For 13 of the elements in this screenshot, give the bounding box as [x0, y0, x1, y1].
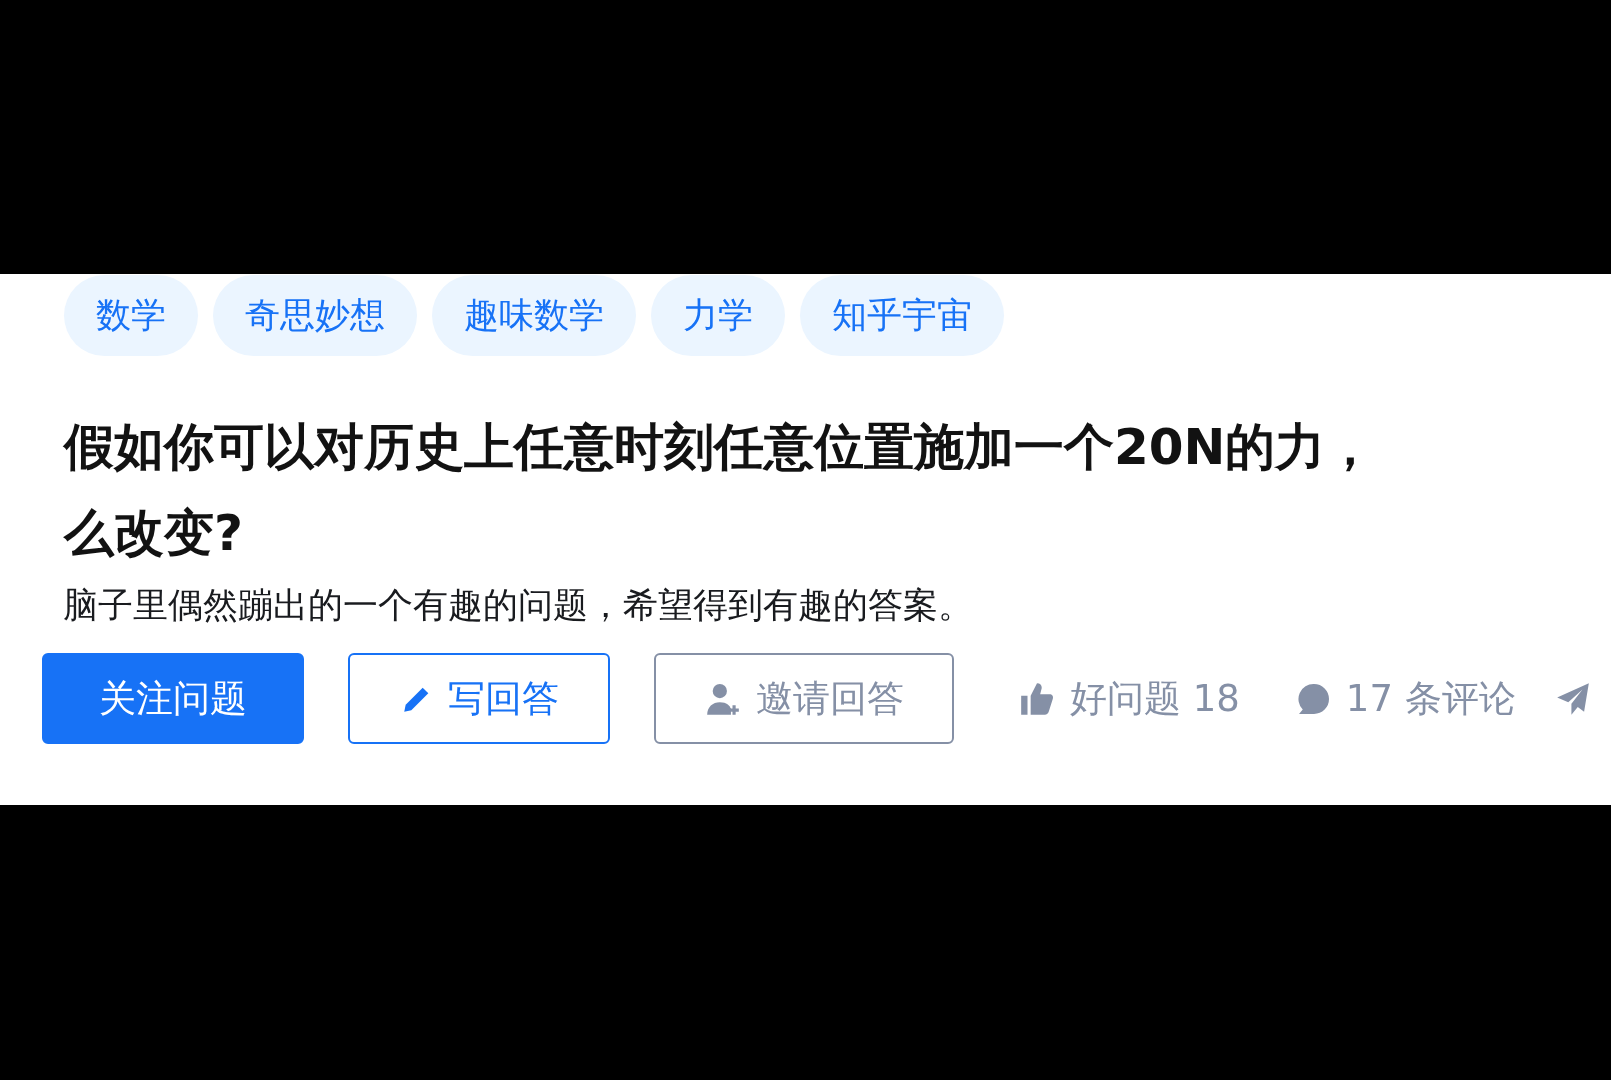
question-description: 脑子里偶然蹦出的一个有趣的问题，希望得到有趣的答案。	[63, 584, 974, 627]
follow-button[interactable]: 关注问题	[42, 653, 304, 744]
comment-button[interactable]: 17 条评论	[1283, 673, 1528, 724]
topic-tag[interactable]: 数学	[64, 275, 198, 356]
like-button[interactable]: 好问题 18	[1006, 673, 1252, 724]
question-title: 假如你可以对历史上任意时刻任意位置施加一个20N的力，	[64, 417, 1376, 478]
topic-tag[interactable]: 力学	[651, 275, 785, 356]
answer-button[interactable]: 写回答	[348, 653, 610, 744]
invite-button[interactable]: 邀请回答	[654, 653, 954, 744]
question-title: 么改变?	[64, 503, 243, 564]
topic-tag[interactable]: 趣味数学	[432, 275, 636, 356]
topic-tag[interactable]: 知乎宇宙	[800, 275, 1004, 356]
topic-tag[interactable]: 奇思妙想	[213, 275, 417, 356]
